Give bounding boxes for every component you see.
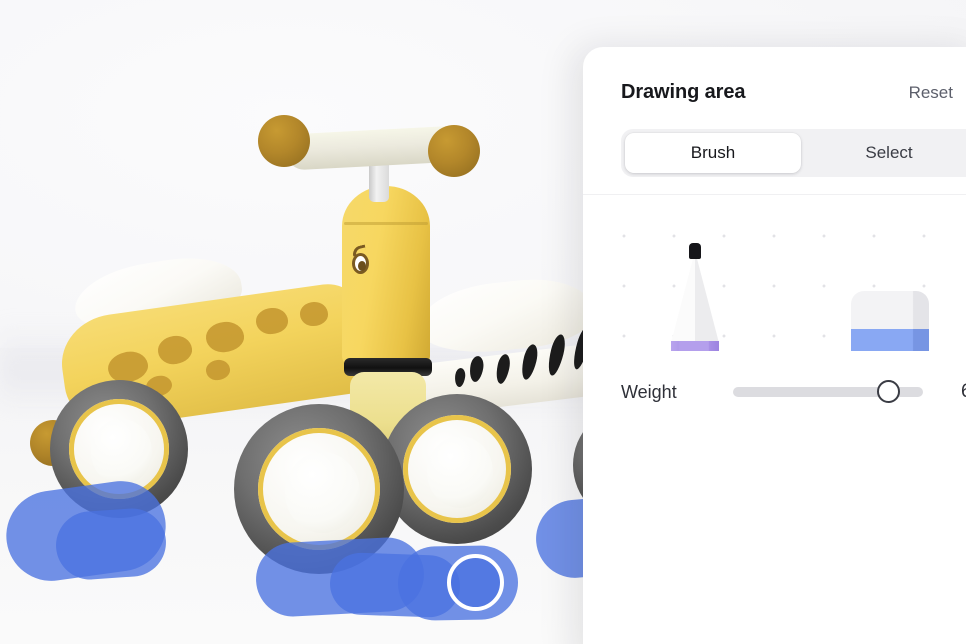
giraffe-eye [352,253,369,274]
weight-slider[interactable] [733,380,923,403]
handlebar-grip-left [258,115,310,167]
weight-value: 60 [961,381,966,403]
drawing-area-panel: Drawing area Reset Brush Select Weight [583,47,966,644]
brush-stroke [53,506,169,582]
tool-preview-canvas[interactable] [583,194,966,351]
eraser-band [851,329,929,351]
weight-row: Weight 60 [583,351,966,403]
app-root: Drawing area Reset Brush Select Weight [0,0,966,644]
weight-label: Weight [621,381,677,402]
wheel-hub [285,451,360,534]
slider-thumb[interactable] [877,380,900,403]
eraser-tool-icon[interactable] [851,291,929,351]
tab-select[interactable]: Select [801,133,966,173]
giraffe-wheel-rear [382,394,532,544]
mode-segmented-control[interactable]: Brush Select [621,129,966,177]
pencil-tool-icon[interactable] [671,229,719,351]
reset-button[interactable]: Reset [909,83,953,103]
wheel-hub [427,436,493,508]
pencil-nib [689,243,701,259]
handlebar-grip-right [428,125,480,177]
tab-brush[interactable]: Brush [625,133,801,173]
page-title: Drawing area [621,81,746,103]
pencil-cone-shade [695,251,719,343]
pencil-barrel [671,341,719,351]
giraffe-neck [342,186,430,372]
brush-cursor-icon [447,554,504,611]
wheel-hub [91,418,153,485]
panel-header: Drawing area Reset [583,47,966,104]
giraffe-neck-seam [344,222,428,225]
